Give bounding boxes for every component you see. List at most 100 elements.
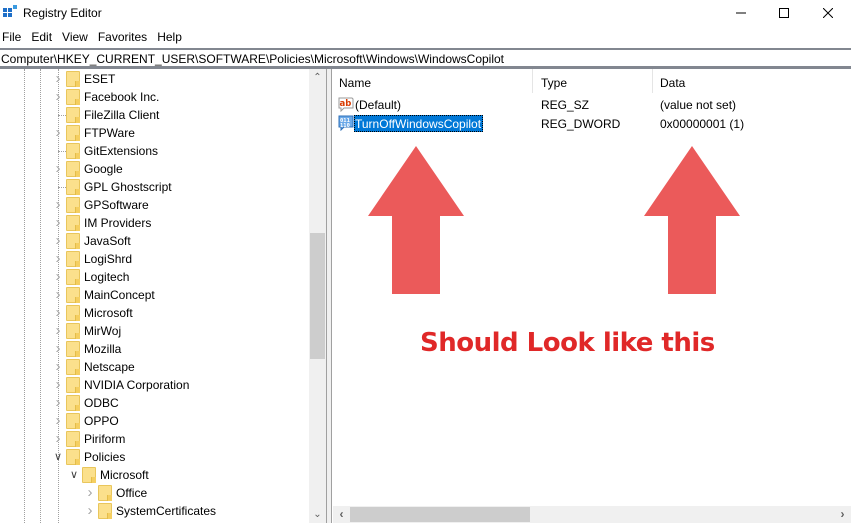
menu-help[interactable]: Help [154,27,189,47]
chevron-right-icon[interactable]: › [53,395,63,410]
folder-icon [66,125,80,141]
minimize-button[interactable] [718,0,764,26]
chevron-right-icon[interactable]: › [53,251,63,266]
tree-item[interactable]: FileZilla Client [0,106,310,124]
chevron-right-icon[interactable]: › [53,269,63,284]
tree-item[interactable]: › Logitech [0,268,310,286]
tree-item[interactable]: › SystemCertificates [0,502,310,520]
tree-item[interactable]: › MainConcept [0,286,310,304]
minimize-icon [736,12,746,14]
column-header-type[interactable]: Type [541,69,567,93]
tree-item-label: Mozilla [84,342,122,356]
close-button[interactable] [805,0,851,26]
tree-item[interactable]: ∨ Policies [0,448,310,466]
chevron-right-icon[interactable]: › [53,215,63,230]
column-header-name[interactable]: Name [339,69,371,93]
binary-value-icon: 011 110 [338,115,354,131]
menu-bar: File Edit View Favorites Help [0,27,851,47]
folder-icon [98,503,112,519]
scroll-up-button[interactable]: ⌃ [309,69,326,86]
chevron-right-icon[interactable]: › [53,341,63,356]
tree-item[interactable]: › ODBC [0,394,310,412]
tree-item[interactable]: › Facebook Inc. [0,88,310,106]
chevron-right-icon[interactable]: › [53,359,63,374]
chevron-down-icon[interactable]: ∨ [53,451,63,463]
value-data: (value not set) [660,98,737,112]
chevron-right-icon[interactable]: › [53,89,63,104]
scroll-left-button[interactable]: ‹ [333,506,350,523]
list-horizontal-scrollbar[interactable]: ‹ › [333,506,851,523]
chevron-right-icon[interactable]: › [53,125,63,140]
chevron-right-icon[interactable]: › [85,485,95,500]
tree-item[interactable]: › Piriform [0,430,310,448]
annotation-arrow-right [644,146,740,294]
chevron-right-icon[interactable]: › [53,413,63,428]
value-row[interactable]: ab (Default) REG_SZ (value not set) [332,94,851,114]
menu-favorites[interactable]: Favorites [95,27,154,47]
maximize-button[interactable] [761,0,807,26]
tree-item[interactable]: › NVIDIA Corporation [0,376,310,394]
folder-icon [66,89,80,105]
tree-item[interactable]: › Microsoft [0,304,310,322]
tree-item[interactable]: ∨ Microsoft [0,466,310,484]
tree-item[interactable]: › OPPO [0,412,310,430]
address-path[interactable]: Computer\HKEY_CURRENT_USER\SOFTWARE\Poli… [1,52,504,66]
chevron-down-icon[interactable]: ∨ [69,469,79,481]
tree-item[interactable]: › Office [0,484,310,502]
tree-item-label: Piriform [84,432,126,446]
tree-item[interactable]: › ESET [0,70,310,88]
column-header-data[interactable]: Data [660,69,685,93]
tree-item-label: FileZilla Client [84,108,160,122]
scroll-right-button[interactable]: › [834,506,851,523]
scroll-down-button[interactable]: ⌄ [309,506,326,523]
tree-item[interactable]: › Google [0,160,310,178]
address-bar[interactable]: Computer\HKEY_CURRENT_USER\SOFTWARE\Poli… [0,48,851,69]
tree-item[interactable]: › MirWoj [0,322,310,340]
folder-icon [82,467,96,483]
tree-item[interactable]: › Mozilla [0,340,310,358]
tree-item-label: ESET [84,72,116,86]
tree-item[interactable]: › GPSoftware [0,196,310,214]
tree-item[interactable]: › Netscape [0,358,310,376]
folder-icon [66,449,80,465]
menu-file[interactable]: File [0,27,28,47]
tree-item-label: GPSoftware [84,198,149,212]
chevron-right-icon[interactable]: › [53,233,63,248]
tree-vertical-scrollbar[interactable]: ⌃ ⌄ [309,69,326,523]
tree-item[interactable]: GitExtensions [0,142,310,160]
folder-icon [66,233,80,249]
folder-icon [66,269,80,285]
folder-icon [66,215,80,231]
column-divider[interactable] [652,69,653,93]
scroll-thumb[interactable] [350,507,530,522]
key-tree[interactable]: › ESET › Facebook Inc. FileZilla Client › FTPW… [0,69,326,523]
folder-icon [66,71,80,87]
annotation-caption: Should Look like this [420,328,715,358]
tree-item[interactable]: GPL Ghostscript [0,178,310,196]
menu-edit[interactable]: Edit [28,27,59,47]
value-row-selected[interactable]: 011 110 TurnOffWindowsCopilot REG_DWORD … [332,113,851,133]
folder-icon [66,251,80,267]
chevron-right-icon[interactable]: › [53,197,63,212]
tree-connector [58,151,66,152]
values-list[interactable]: Name Type Data ab (Default) REG_SZ (valu… [332,69,851,523]
tree-item[interactable]: › JavaSoft [0,232,310,250]
chevron-right-icon[interactable]: › [53,323,63,338]
chevron-right-icon[interactable]: › [53,305,63,320]
column-divider[interactable] [532,69,533,93]
close-icon [823,8,833,18]
folder-icon [66,305,80,321]
chevron-right-icon[interactable]: › [53,161,63,176]
chevron-right-icon[interactable]: › [85,503,95,518]
scroll-thumb[interactable] [310,233,325,359]
tree-item[interactable]: › IM Providers [0,214,310,232]
chevron-right-icon[interactable]: › [53,287,63,302]
menu-view[interactable]: View [59,27,95,47]
chevron-right-icon[interactable]: › [53,377,63,392]
folder-icon [66,179,80,195]
chevron-right-icon[interactable]: › [53,71,63,86]
tree-item[interactable]: › FTPWare [0,124,310,142]
chevron-right-icon[interactable]: › [53,431,63,446]
tree-item-label: Microsoft [84,306,133,320]
tree-item[interactable]: › LogiShrd [0,250,310,268]
